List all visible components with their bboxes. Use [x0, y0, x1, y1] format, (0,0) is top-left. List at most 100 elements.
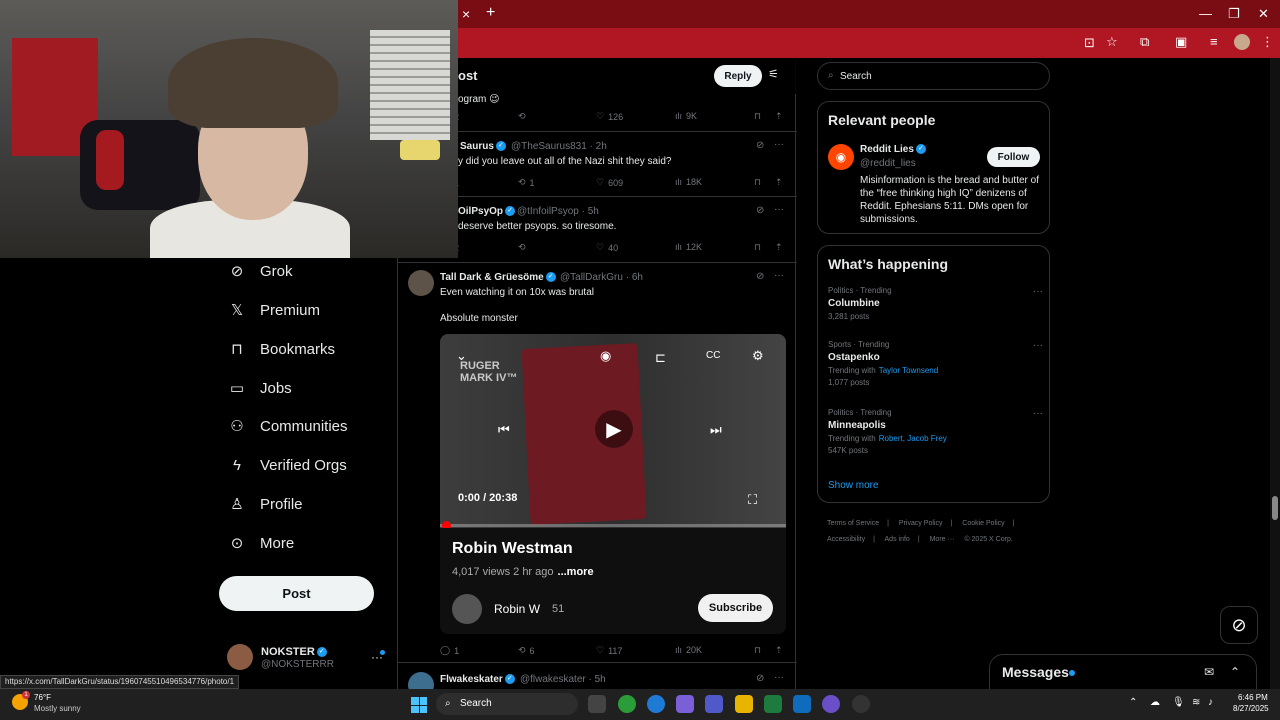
footer-more[interactable]: More ··· — [930, 536, 955, 543]
previous-icon[interactable]: ⏮ — [498, 422, 510, 438]
nav-item-bookmarks[interactable]: ⊓ Bookmarks — [228, 334, 335, 364]
reply-button[interactable]: Reply — [714, 65, 762, 87]
tweet-more-icon[interactable]: ··· — [774, 270, 784, 281]
like-action[interactable]: ♡ 117 — [596, 645, 622, 656]
kebab-menu-icon[interactable]: ⋮ — [1261, 34, 1274, 50]
chevron-down-icon[interactable]: ⌄ — [456, 348, 467, 364]
split-view-icon[interactable]: ▣ — [1175, 34, 1187, 50]
tweet-item[interactable]: Tall Dark & Grüesöme ✓ @TallDarkGru · 6h … — [398, 263, 797, 663]
fullscreen-icon[interactable]: ⛶ — [748, 492, 757, 508]
subscribe-button[interactable]: Subscribe — [698, 594, 773, 622]
footer-terms[interactable]: Terms of Service — [827, 520, 879, 527]
views-action[interactable]: ılı 12K — [675, 242, 702, 252]
tab-close-icon[interactable]: × — [462, 6, 470, 22]
chrome-icon[interactable] — [618, 695, 636, 713]
tweet-time[interactable]: · 5h — [582, 206, 599, 217]
nav-item-premium[interactable]: 𝕏 Premium — [228, 295, 320, 325]
channel-avatar[interactable] — [452, 594, 482, 624]
tweet-author[interactable]: OilPsyOp — [458, 206, 503, 217]
tweet-more-icon[interactable]: ··· — [774, 672, 784, 683]
browser-profile-avatar[interactable] — [1234, 34, 1250, 50]
app-icon[interactable] — [822, 695, 840, 713]
restore-icon[interactable]: ❐ — [1228, 6, 1240, 22]
obs-icon[interactable] — [852, 695, 870, 713]
excel-icon[interactable] — [764, 695, 782, 713]
channel-name[interactable]: Robin W — [494, 602, 540, 616]
share-action[interactable]: ⇡ — [775, 111, 783, 122]
wifi-icon[interactable]: ≋ — [1192, 697, 1200, 708]
repost-action[interactable]: ⟲ — [518, 111, 526, 122]
person-name[interactable]: Reddit Lies — [860, 144, 914, 155]
grok-explain-icon[interactable]: ⊘ — [756, 205, 764, 216]
repost-action[interactable]: ⟲ 1 — [518, 177, 535, 188]
nav-item-communities[interactable]: ⚇ Communities — [228, 411, 347, 441]
scrollbar-thumb[interactable] — [1272, 496, 1278, 520]
windows-start-icon[interactable] — [411, 697, 427, 713]
more-link[interactable]: ...more — [558, 566, 594, 578]
taskbar-search[interactable]: ⌕ Search — [436, 693, 578, 715]
trend-more-icon[interactable]: ··· — [1033, 286, 1043, 297]
nav-item-profile[interactable]: ♙ Profile — [228, 489, 302, 519]
video-progress-bar[interactable] — [440, 521, 786, 528]
trend-more-icon[interactable]: ··· — [1033, 408, 1043, 419]
tweet-author[interactable]: Tall Dark & Grüesöme — [440, 272, 544, 283]
minimize-icon[interactable]: — — [1199, 6, 1212, 21]
filter-sliders-icon[interactable]: ⚟ — [768, 67, 779, 81]
nav-item-grok[interactable]: ⊘ Grok — [228, 256, 293, 286]
nav-item-jobs[interactable]: ▭ Jobs — [228, 373, 292, 403]
nav-item-verified-orgs[interactable]: ϟ Verified Orgs — [228, 450, 347, 480]
clock-date[interactable]: 8/27/2025 — [1233, 704, 1269, 713]
task-view-icon[interactable] — [588, 695, 606, 713]
footer-cookie[interactable]: Cookie Policy — [962, 520, 1004, 527]
tweet-author[interactable]: Saurus — [460, 141, 494, 152]
repost-action[interactable]: ⟲ 6 — [518, 645, 535, 656]
weather-temp[interactable]: 76°F — [34, 693, 51, 702]
window-close-icon[interactable]: ✕ — [1258, 6, 1269, 22]
views-action[interactable]: ılı 20K — [675, 645, 702, 655]
grok-explain-icon[interactable]: ⊘ — [756, 673, 764, 684]
bookmark-action[interactable]: ⊓ — [754, 645, 761, 656]
share-action[interactable]: ⇡ — [775, 645, 783, 656]
like-action[interactable]: ♡ 40 — [596, 242, 618, 253]
tweet-handle[interactable]: @flwakeskater — [520, 674, 586, 685]
cast-icon[interactable]: ⊏ — [655, 350, 666, 366]
expand-up-icon[interactable]: ⌃ — [1230, 665, 1240, 679]
like-action[interactable]: ♡ 609 — [596, 177, 623, 188]
next-icon[interactable]: ⏭ — [710, 422, 722, 438]
video-player[interactable]: RUGER MARK IV™ ⌄ ◉ ⊏ CC ⚙ ⏮ ▶ ⏭ 0:00 / 2… — [440, 334, 786, 528]
show-more-link[interactable]: Show more — [828, 480, 879, 491]
bookmark-action[interactable]: ⊓ — [754, 177, 761, 188]
captions-icon[interactable]: CC — [706, 350, 720, 361]
bookmark-action[interactable]: ⊓ — [754, 111, 761, 122]
follow-button[interactable]: Follow — [987, 147, 1040, 167]
weather-desc[interactable]: Mostly sunny — [34, 704, 81, 713]
volume-icon[interactable]: ♪ — [1208, 697, 1213, 708]
tweet-time[interactable]: · 2h — [590, 141, 607, 152]
settings-gear-icon[interactable]: ⚙ — [752, 348, 764, 364]
tweet-time[interactable]: · 5h — [589, 674, 606, 685]
tweet-author-avatar[interactable] — [408, 270, 434, 296]
video-title[interactable]: Robin Westman — [452, 540, 573, 558]
tray-chevron-icon[interactable]: ⌃ — [1129, 697, 1137, 708]
trend-with-link[interactable]: Robert, Jacob Frey — [879, 434, 947, 443]
like-action[interactable]: ♡ 126 — [596, 111, 623, 122]
page-scrollbar[interactable] — [1270, 58, 1280, 698]
grok-fab-icon[interactable]: ⊘ — [1220, 606, 1258, 644]
file-explorer-icon[interactable] — [735, 695, 753, 713]
search-box[interactable]: ⌕ — [817, 62, 1050, 90]
tweet-time[interactable]: · 6h — [626, 272, 643, 283]
footer-accessibility[interactable]: Accessibility — [827, 536, 865, 543]
new-tab-icon[interactable]: + — [486, 4, 495, 22]
trend-item[interactable]: Politics · Trending Columbine 3,281 post… — [828, 286, 1043, 321]
footer-privacy[interactable]: Privacy Policy — [899, 520, 943, 527]
bookmark-action[interactable]: ⊓ — [754, 242, 761, 253]
autoplay-toggle-icon[interactable]: ◉ — [600, 348, 611, 364]
tweet-more-icon[interactable]: ··· — [774, 204, 784, 215]
footer-ads-info[interactable]: Ads info — [885, 536, 910, 543]
nav-item-more[interactable]: ⊙ More — [228, 528, 294, 558]
playlist-icon[interactable]: ≡ — [1210, 34, 1218, 49]
extensions-icon[interactable]: ⧉ — [1140, 34, 1149, 50]
store-icon[interactable] — [793, 695, 811, 713]
reddit-logo-icon[interactable]: ◉ — [828, 144, 854, 170]
clock-time[interactable]: 6:46 PM — [1238, 693, 1268, 702]
